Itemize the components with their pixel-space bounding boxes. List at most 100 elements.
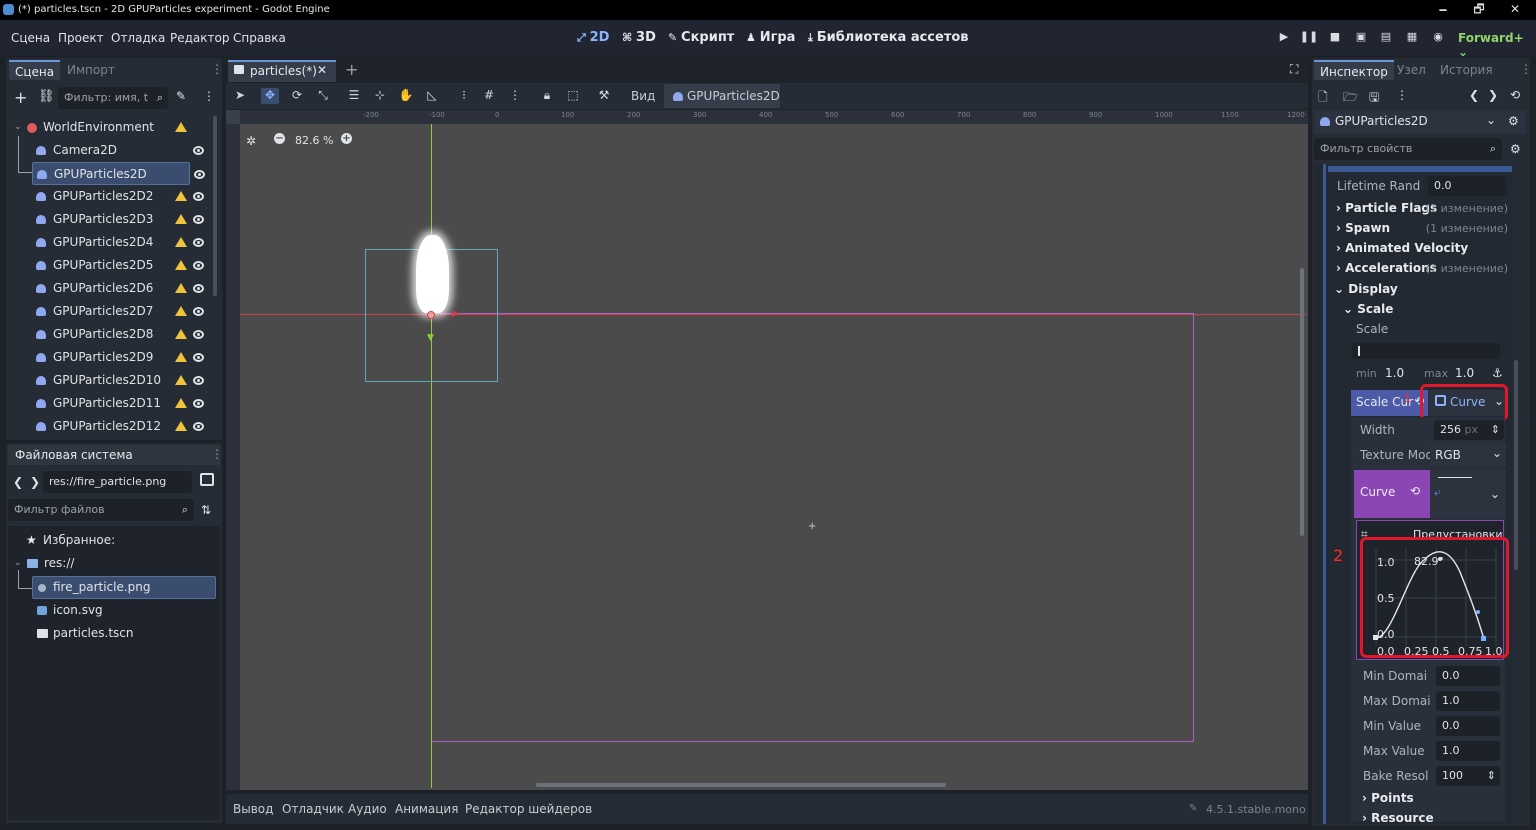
particle-emission[interactable] (416, 235, 449, 313)
section-animated-velocity[interactable]: › Animated Velocity (1336, 241, 1508, 261)
scene-node-gpuparticles2d10[interactable]: GPUParticles2D10 (10, 369, 212, 392)
file-icon-svg[interactable]: icon.svg (10, 599, 216, 622)
select-tool-icon[interactable]: ➤ (231, 88, 249, 104)
tab-particles[interactable]: particles(*) ✕ (228, 60, 336, 82)
bone-tool-icon[interactable]: ⚒ (595, 88, 613, 104)
add-node-icon[interactable]: + (14, 88, 27, 107)
zoom-level[interactable]: 82.6 % (295, 134, 333, 147)
renderer-selector[interactable]: Forward+ ⌄ (1458, 31, 1536, 59)
max-domain-field[interactable]: 1.0 (1436, 691, 1500, 711)
warning-icon[interactable] (175, 237, 187, 247)
zoom-in-icon[interactable]: + (341, 133, 352, 144)
workspace-script[interactable]: ✎ Скрипт (668, 30, 734, 45)
particles-menu-button[interactable]: GPUParticles2D (664, 84, 780, 108)
visibility-eye-icon[interactable] (193, 215, 204, 224)
new-tab-icon[interactable]: + (345, 60, 358, 79)
warning-icon[interactable] (175, 421, 187, 431)
warning-icon[interactable] (175, 352, 187, 362)
visibility-eye-icon[interactable] (193, 307, 204, 316)
resource-section[interactable]: › Resource (1362, 811, 1434, 825)
node-pivot[interactable] (427, 311, 435, 319)
scene-options-icon[interactable]: ⋮ (203, 89, 215, 103)
scale-min-field[interactable]: 1.0 (1385, 366, 1404, 380)
warning-icon[interactable] (175, 375, 187, 385)
menu-scene[interactable]: Сцена (11, 31, 50, 45)
scale-range-slider[interactable] (1352, 343, 1500, 359)
scene-node-gpuparticles2d5[interactable]: GPUParticles2D5 (10, 254, 212, 277)
visibility-eye-icon[interactable] (193, 146, 204, 155)
stop-icon[interactable]: ■ (1325, 30, 1345, 46)
dock-menu-icon[interactable]: ⋮ (211, 62, 223, 76)
new-resource-icon[interactable]: 🗋 (1318, 88, 1328, 109)
viewport-h-scrollbar[interactable] (536, 783, 946, 787)
scene-node-camera2d[interactable]: Camera2D (10, 139, 212, 162)
scene-node-gpuparticles2d9[interactable]: GPUParticles2D9 (10, 346, 212, 369)
list-select-icon[interactable]: ☰ (345, 88, 363, 104)
x-arrow-icon[interactable]: ▶ (452, 309, 459, 319)
warning-icon[interactable] (175, 283, 187, 293)
tab-node[interactable]: Узел (1391, 60, 1432, 80)
scene-node-gpuparticles2d12[interactable]: GPUParticles2D12 (10, 415, 212, 438)
warning-icon[interactable] (175, 306, 187, 316)
display-section[interactable]: ⌄ Display (1334, 282, 1398, 296)
play-icon[interactable]: ▶ (1274, 30, 1294, 46)
object-tools-icon[interactable]: ⚙ (1508, 114, 1519, 128)
play-scene-icon[interactable]: ▤ (1376, 30, 1396, 46)
scale-max-field[interactable]: 1.0 (1455, 366, 1474, 380)
visibility-eye-icon[interactable] (193, 261, 204, 270)
warning-icon[interactable] (175, 398, 187, 408)
res-root-row[interactable]: ⌄ res:// (10, 552, 216, 575)
tab-shader-editor[interactable]: Редактор шейдеров (465, 802, 592, 816)
menu-help[interactable]: Справка (233, 31, 286, 45)
visibility-eye-icon[interactable] (193, 284, 204, 293)
menu-project[interactable]: Проект (58, 31, 104, 45)
scene-node-gpuparticles2d4[interactable]: GPUParticles2D4 (10, 231, 212, 254)
history-forward-icon[interactable]: ❯ (1488, 88, 1498, 102)
max-value-field[interactable]: 1.0 (1436, 741, 1500, 761)
file-particles-tscn[interactable]: particles.tscn (10, 622, 216, 645)
scene-node-gpuparticles2d2[interactable]: GPUParticles2D2 (10, 185, 212, 208)
pan-tool-icon[interactable]: ✋ (397, 88, 415, 104)
revert-icon[interactable]: ⟲ (1410, 484, 1420, 498)
curve-resource[interactable]: ⤶ ⌄ (1430, 470, 1506, 518)
tab-scene[interactable]: Сцена (9, 60, 61, 80)
file-filter-input[interactable]: Фильтр файлов ⌕ (8, 499, 194, 521)
scale-range-handle[interactable] (1358, 346, 1360, 356)
workspace-assetlib[interactable]: ⤓ Библиотека ассетов (808, 30, 969, 45)
inspected-object-selector[interactable]: GPUParticles2D ⌄ ⚙ (1314, 110, 1526, 134)
view-menu[interactable]: Вид (631, 89, 655, 103)
property-filter-input[interactable]: Фильтр свойств ⌕ (1314, 138, 1502, 160)
workspace-2d[interactable]: ⤢ 2D (577, 30, 609, 45)
rotate-tool-icon[interactable]: ⟳ (288, 88, 306, 104)
inspector-settings-icon[interactable]: ⚙ (1510, 142, 1521, 156)
visibility-eye-icon[interactable] (193, 330, 204, 339)
pause-icon[interactable]: ❚❚ (1299, 30, 1319, 46)
inspector-menu-icon[interactable]: ⋮ (1520, 62, 1532, 76)
file-fire-particle[interactable]: fire_particle.png (32, 576, 216, 599)
open-resource-icon[interactable]: 🗁 (1343, 88, 1358, 109)
snap-options-icon[interactable]: ⋮ (506, 88, 524, 104)
scene-node-gpuparticles2d8[interactable]: GPUParticles2D8 (10, 323, 212, 346)
remote-debug-icon[interactable]: ▣ (1351, 30, 1371, 46)
tab-animation[interactable]: Анимация (395, 802, 458, 816)
lock-icon[interactable]: 🔒︎ (538, 88, 556, 104)
scale-tool-icon[interactable]: ⤡ (314, 88, 332, 104)
sort-icon[interactable]: ⇅ (201, 503, 211, 517)
tab-audio[interactable]: Аудио (348, 802, 387, 816)
scene-filter-input[interactable]: Фильтр: имя, t ⌕ (58, 87, 168, 109)
lifetime-rand-field[interactable]: 0.0 (1428, 176, 1506, 196)
split-view-icon[interactable] (200, 473, 214, 486)
section-accelerations[interactable]: › Accelerations (1 изменение) (1336, 261, 1508, 281)
workspace-3d[interactable]: ⌘ 3D (622, 30, 656, 45)
scene-node-gpuparticles2d3[interactable]: GPUParticles2D3 (10, 208, 212, 231)
min-domain-field[interactable]: 0.0 (1436, 666, 1500, 686)
section-spawn[interactable]: › Spawn (1 изменение) (1336, 221, 1508, 241)
close-button[interactable]: ✕ (1492, 0, 1536, 20)
tab-import[interactable]: Импорт (61, 60, 121, 80)
move-tool-icon[interactable]: ✥ (261, 88, 279, 104)
tab-history[interactable]: История (1434, 60, 1499, 80)
version-label[interactable]: 4.5.1.stable.mono (1206, 803, 1306, 816)
scene-node-gpuparticles2d6[interactable]: GPUParticles2D6 (10, 277, 212, 300)
movie-maker-icon[interactable]: ◉ (1428, 30, 1448, 46)
link-icon[interactable]: ⚓ (1492, 366, 1503, 380)
